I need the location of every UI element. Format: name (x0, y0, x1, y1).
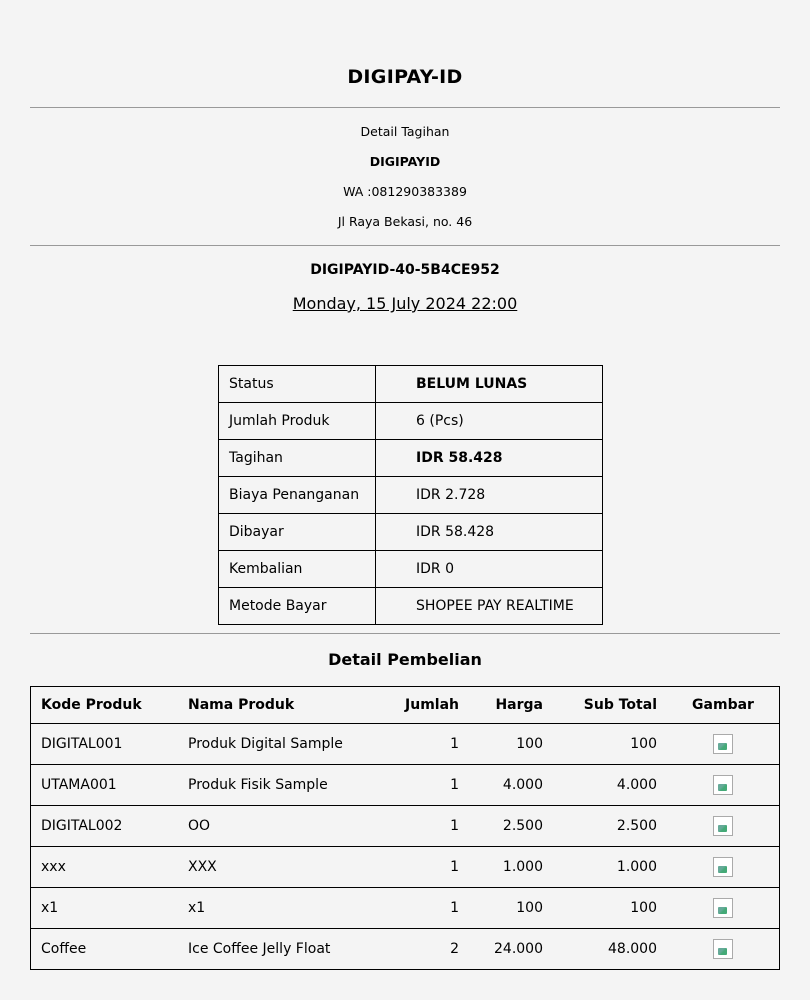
page-title: DIGIPAY-ID (347, 66, 463, 88)
subtotal-cell: 100 (553, 887, 667, 929)
quantity-cell: 1 (387, 887, 469, 929)
column-header: Sub Total (553, 686, 667, 724)
summary-value: 6 (Pcs) (375, 402, 603, 440)
price-cell: 2.500 (469, 805, 553, 847)
image-cell (667, 723, 780, 765)
store-whatsapp: WA :081290383389 (343, 184, 467, 199)
summary-row: Status BELUM LUNAS (218, 365, 603, 403)
table-row: UTAMA001 Produk Fisik Sample 1 4.000 4.000 (30, 764, 780, 806)
price-cell: 1.000 (469, 846, 553, 888)
image-cell (667, 846, 780, 888)
price-cell: 100 (469, 723, 553, 765)
summary-label: Jumlah Produk (218, 402, 376, 440)
summary-label: Metode Bayar (218, 587, 376, 625)
column-header: Harga (469, 686, 553, 724)
divider (30, 633, 780, 634)
store-address: Jl Raya Bekasi, no. 46 (337, 214, 473, 229)
invoice-page: DIGIPAY-ID Detail Tagihan DIGIPAYID WA :… (0, 0, 810, 1000)
column-header: Kode Produk (30, 686, 178, 724)
section-title: Detail Pembelian (328, 650, 482, 669)
table-header-row: Kode Produk Nama Produk Jumlah Harga Sub… (30, 686, 780, 724)
summary-label: Biaya Penanganan (218, 476, 376, 514)
summary-row: Jumlah Produk 6 (Pcs) (218, 402, 603, 440)
summary-row: Dibayar IDR 58.428 (218, 513, 603, 551)
table-row: DIGITAL002 OO 1 2.500 2.500 (30, 805, 780, 847)
product-code-cell: x1 (30, 887, 178, 929)
divider (30, 107, 780, 108)
table-row: xxx XXX 1 1.000 1.000 (30, 846, 780, 888)
quantity-cell: 1 (387, 805, 469, 847)
invoice-id: DIGIPAYID-40-5B4CE952 (310, 262, 500, 278)
table-row: DIGITAL001 Produk Digital Sample 1 100 100 (30, 723, 780, 765)
summary-value: BELUM LUNAS (375, 365, 603, 403)
product-name-cell: x1 (178, 887, 387, 929)
product-name-cell: Produk Fisik Sample (178, 764, 387, 806)
product-code-cell: xxx (30, 846, 178, 888)
table-row: Coffee Ice Coffee Jelly Float 2 24.000 48.00… (30, 928, 780, 970)
product-code-cell: UTAMA001 (30, 764, 178, 806)
image-cell (667, 928, 780, 970)
summary-value: IDR 58.428 (375, 513, 603, 551)
items-table: Kode Produk Nama Produk Jumlah Harga Sub… (30, 686, 780, 970)
summary-label: Status (218, 365, 376, 403)
summary-row: Biaya Penanganan IDR 2.728 (218, 476, 603, 514)
product-code-cell: Coffee (30, 928, 178, 970)
product-name-cell: OO (178, 805, 387, 847)
invoice-datetime: Monday, 15 July 2024 22:00 (292, 294, 518, 313)
store-name: DIGIPAYID (369, 154, 441, 169)
price-cell: 24.000 (469, 928, 553, 970)
broken-image-icon (713, 898, 733, 918)
detail-subtitle: Detail Tagihan (360, 124, 450, 139)
subtotal-cell: 2.500 (553, 805, 667, 847)
quantity-cell: 2 (387, 928, 469, 970)
summary-value: IDR 2.728 (375, 476, 603, 514)
price-cell: 4.000 (469, 764, 553, 806)
summary-label: Tagihan (218, 439, 376, 477)
quantity-cell: 1 (387, 846, 469, 888)
column-header: Gambar (667, 686, 780, 724)
product-name-cell: Produk Digital Sample (178, 723, 387, 765)
summary-value: IDR 0 (375, 550, 603, 588)
product-code-cell: DIGITAL002 (30, 805, 178, 847)
table-row: x1 x1 1 100 100 (30, 887, 780, 929)
image-cell (667, 764, 780, 806)
price-cell: 100 (469, 887, 553, 929)
broken-image-icon (713, 775, 733, 795)
subtotal-cell: 1.000 (553, 846, 667, 888)
quantity-cell: 1 (387, 723, 469, 765)
subtotal-cell: 4.000 (553, 764, 667, 806)
column-header: Jumlah (387, 686, 469, 724)
summary-row: Kembalian IDR 0 (218, 550, 603, 588)
column-header: Nama Produk (178, 686, 387, 724)
broken-image-icon (713, 857, 733, 877)
summary-row: Tagihan IDR 58.428 (218, 439, 603, 477)
product-name-cell: Ice Coffee Jelly Float (178, 928, 387, 970)
summary-value: IDR 58.428 (375, 439, 603, 477)
subtotal-cell: 48.000 (553, 928, 667, 970)
summary-label: Kembalian (218, 550, 376, 588)
product-name-cell: XXX (178, 846, 387, 888)
product-code-cell: DIGITAL001 (30, 723, 178, 765)
summary-value: SHOPEE PAY REALTIME (375, 587, 603, 625)
quantity-cell: 1 (387, 764, 469, 806)
summary-row: Metode Bayar SHOPEE PAY REALTIME (218, 587, 603, 625)
divider (30, 245, 780, 246)
broken-image-icon (713, 939, 733, 959)
broken-image-icon (713, 816, 733, 836)
subtotal-cell: 100 (553, 723, 667, 765)
summary-label: Dibayar (218, 513, 376, 551)
summary-table: Status BELUM LUNAS Jumlah Produk 6 (Pcs) Tag… (218, 365, 603, 625)
image-cell (667, 887, 780, 929)
broken-image-icon (713, 734, 733, 754)
image-cell (667, 805, 780, 847)
